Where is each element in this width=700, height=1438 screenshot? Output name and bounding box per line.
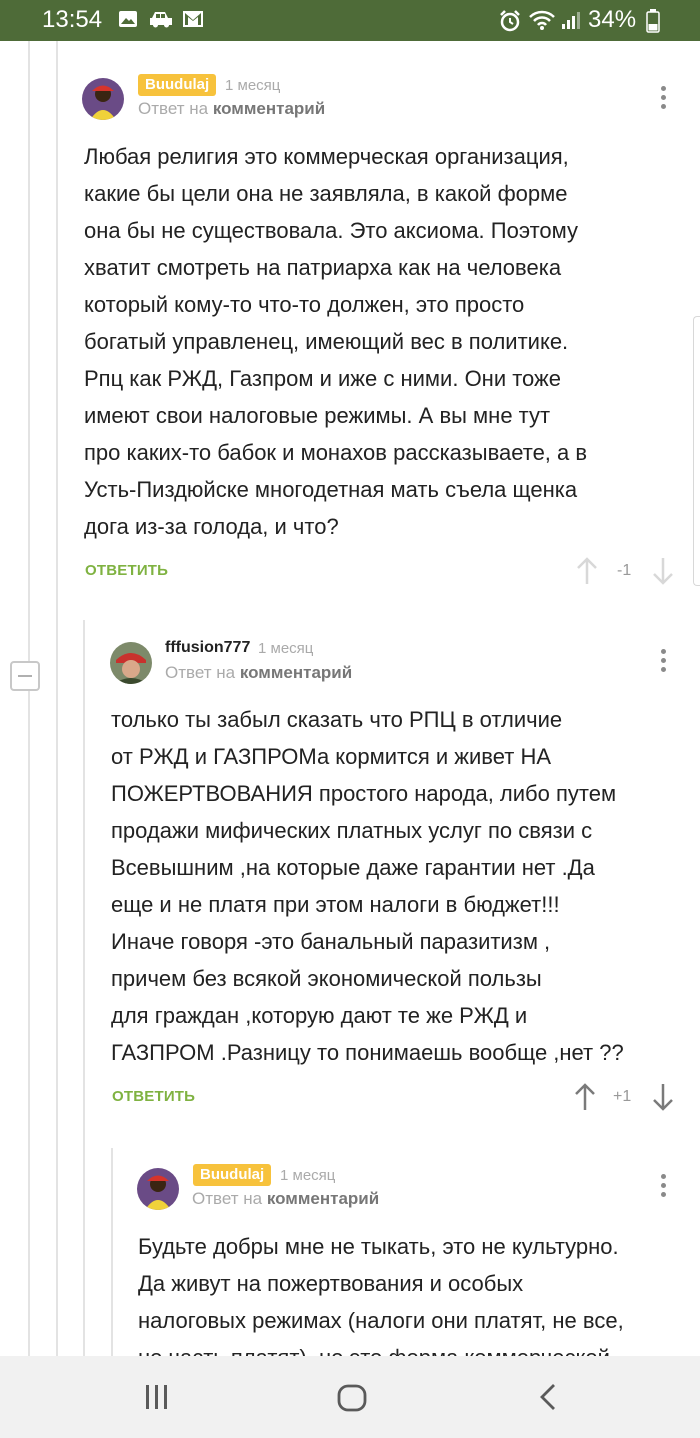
thread-line [56,41,58,1356]
author-name[interactable]: fffusion777 [165,639,250,657]
comment-text: только ты забыл сказать что РПЦ в отличи… [111,707,624,1065]
downvote-icon[interactable] [651,1082,675,1112]
alarm-icon [498,9,522,38]
reply-target-link[interactable]: комментарий [213,99,325,118]
upvote-icon[interactable] [573,1082,597,1112]
car-icon [148,9,176,34]
thread-line [28,41,30,661]
upvote-icon[interactable] [575,556,599,586]
signal-icon [560,9,582,36]
avatar[interactable] [137,1168,179,1210]
back-icon[interactable] [537,1382,561,1417]
vote-score: -1 [617,562,632,579]
more-options-icon[interactable] [661,1174,667,1202]
status-bar: 13:54 34% [0,0,700,41]
comment-time: 1 месяц [280,1167,336,1184]
thread-line [83,620,85,1356]
comment-text: Будьте добры мне не тыкать, это не культ… [138,1234,624,1356]
downvote-icon[interactable] [651,556,675,586]
status-time: 13:54 [42,6,103,33]
wifi-icon [528,9,556,36]
avatar[interactable] [82,78,124,120]
image-icon [118,9,138,34]
author-badge[interactable]: Buudulaj [193,1164,272,1186]
comment-time: 1 месяц [258,640,314,657]
scroll-indicator[interactable] [693,316,700,586]
battery-icon [646,9,660,38]
comment-time: 1 месяц [225,77,281,94]
thread-line [111,1148,113,1356]
reply-to-label: Ответ на комментарий [138,99,326,118]
avatar[interactable] [110,642,152,684]
author-badge[interactable]: Buudulaj [138,74,217,96]
thread-line [28,691,30,1356]
collapse-thread-button[interactable] [10,661,40,691]
reply-button[interactable]: ОТВЕТИТЬ [112,1088,195,1105]
home-icon[interactable] [336,1383,368,1418]
reply-button[interactable]: ОТВЕТИТЬ [85,562,168,579]
navigation-bar [0,1356,700,1438]
battery-percent: 34% [588,6,637,33]
more-options-icon[interactable] [661,86,667,114]
comment-text: Любая религия это коммерческая организац… [84,144,588,539]
recents-icon[interactable] [143,1383,171,1416]
reply-target-link[interactable]: комментарий [267,1189,379,1208]
vote-score: +1 [613,1088,632,1105]
reply-to-label: Ответ на комментарий [192,1189,380,1208]
reply-target-link[interactable]: комментарий [240,663,352,682]
gmail-icon [182,9,204,34]
reply-to-label: Ответ на комментарий [165,663,353,682]
more-options-icon[interactable] [661,649,667,677]
